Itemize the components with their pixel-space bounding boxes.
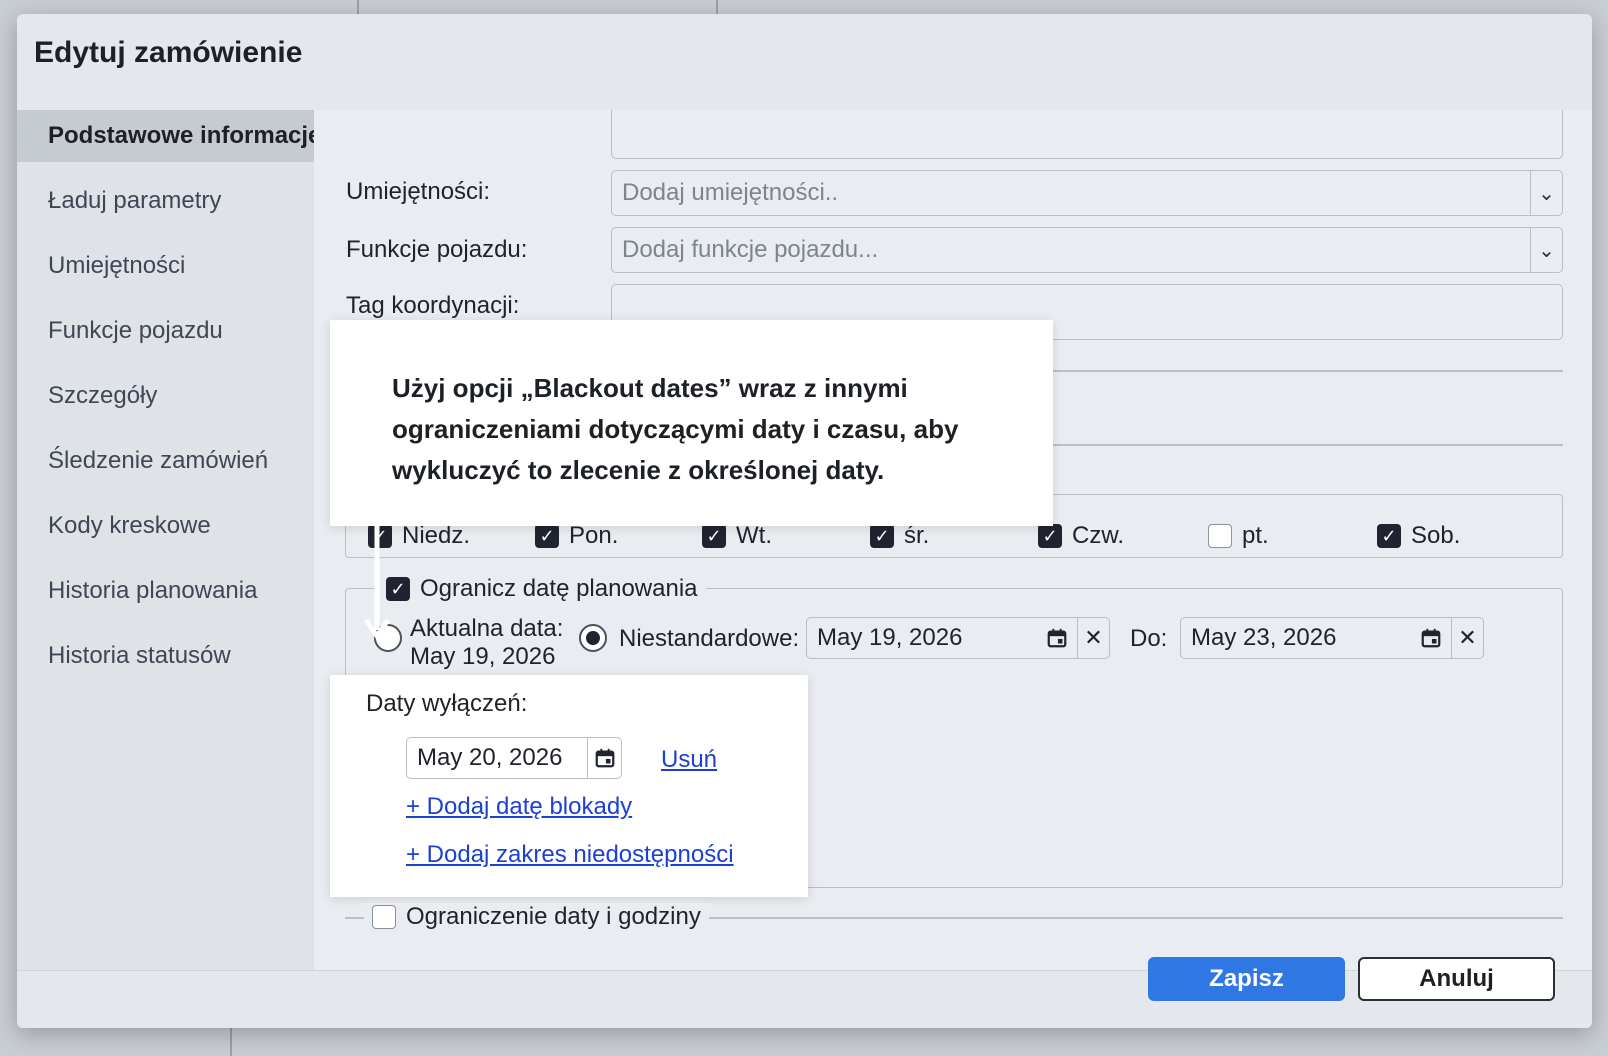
vehicle-features-label: Funkcje pojazdu: bbox=[346, 236, 528, 263]
to-date-value: May 23, 2026 bbox=[1191, 624, 1337, 651]
sidebar-item-barcodes[interactable]: Kody kreskowe bbox=[17, 500, 314, 552]
day-checkbox-sat[interactable]: ✓ Sob. bbox=[1377, 522, 1460, 550]
day-label: śr. bbox=[904, 522, 930, 549]
from-date-value: May 19, 2026 bbox=[817, 624, 963, 651]
custom-date-label: Niestandardowe: bbox=[619, 625, 800, 652]
radio-icon bbox=[579, 624, 607, 652]
day-checkbox-tue[interactable]: ✓ Wt. bbox=[702, 522, 772, 550]
sidebar-item-planning-history[interactable]: Historia planowania bbox=[17, 565, 314, 617]
checkbox-icon: ✓ bbox=[1038, 524, 1062, 548]
sidebar-item-status-history[interactable]: Historia statusów bbox=[17, 630, 314, 682]
notes-textarea[interactable] bbox=[611, 110, 1563, 159]
day-label: Czw. bbox=[1072, 522, 1125, 549]
day-checkbox-mon[interactable]: ✓ Pon. bbox=[535, 522, 618, 550]
blackout-date-input[interactable]: May 20, 2026 bbox=[406, 737, 622, 779]
skills-placeholder: Dodaj umiejętności.. bbox=[622, 179, 839, 206]
chevron-down-icon[interactable]: ⌄ bbox=[1530, 228, 1562, 272]
blackout-label: Daty wyłączeń: bbox=[366, 690, 528, 717]
checkbox-icon: ✓ bbox=[870, 524, 894, 548]
blackout-date-value: May 20, 2026 bbox=[417, 744, 563, 771]
sidebar-item-basic-info[interactable]: Podstawowe informacje bbox=[17, 110, 321, 162]
sidebar-item-order-tracking[interactable]: Śledzenie zamówień bbox=[17, 435, 314, 487]
datetime-limit-label: Ograniczenie daty i godziny bbox=[406, 903, 701, 930]
clear-icon[interactable]: ✕ bbox=[1451, 618, 1483, 658]
add-unavailability-range-link[interactable]: + Dodaj zakres niedostępności bbox=[406, 841, 734, 869]
day-checkbox-wed[interactable]: ✓ śr. bbox=[870, 522, 929, 550]
day-checkbox-thu[interactable]: ✓ Czw. bbox=[1038, 522, 1124, 550]
sidebar-item-skills[interactable]: Umiejętności bbox=[17, 240, 314, 292]
add-blackout-date-link[interactable]: + Dodaj datę blokady bbox=[406, 793, 632, 821]
vehicle-features-placeholder: Dodaj funkcje pojazdu... bbox=[622, 236, 879, 263]
day-label: pt. bbox=[1242, 522, 1269, 549]
background-divider bbox=[357, 0, 359, 14]
checkbox-icon: ✓ bbox=[535, 524, 559, 548]
checkbox-icon bbox=[1208, 524, 1232, 548]
section-divider bbox=[1050, 370, 1563, 372]
blackout-tooltip: Użyj opcji „Blackout dates” wraz z innym… bbox=[330, 320, 1053, 526]
datetime-limit-checkbox[interactable]: Ograniczenie daty i godziny bbox=[364, 903, 709, 931]
skills-label: Umiejętności: bbox=[346, 178, 491, 205]
custom-date-radio[interactable] bbox=[579, 624, 607, 652]
tooltip-text: Użyj opcji „Blackout dates” wraz z innym… bbox=[392, 373, 959, 485]
day-label: Pon. bbox=[569, 522, 619, 549]
current-date-label: Aktualna data: bbox=[410, 615, 564, 642]
day-label: Sob. bbox=[1411, 522, 1461, 549]
arrow-down-icon bbox=[363, 526, 391, 641]
cancel-button[interactable]: Anuluj bbox=[1358, 957, 1555, 1001]
background-divider bbox=[230, 1028, 232, 1056]
checkbox-icon bbox=[372, 905, 396, 929]
clear-icon[interactable]: ✕ bbox=[1077, 618, 1109, 658]
sidebar-item-details[interactable]: Szczegóły bbox=[17, 370, 314, 422]
limit-schedule-label: Ogranicz datę planowania bbox=[420, 575, 698, 602]
dialog-footer bbox=[17, 970, 1592, 1028]
coordination-tag-label: Tag koordynacji: bbox=[346, 292, 520, 319]
day-label: Wt. bbox=[736, 522, 772, 549]
to-date-input[interactable]: May 23, 2026 ✕ bbox=[1180, 617, 1484, 659]
to-date-label: Do: bbox=[1130, 625, 1168, 652]
calendar-icon[interactable] bbox=[1037, 618, 1077, 658]
sidebar-item-load-params[interactable]: Ładuj parametry bbox=[17, 175, 314, 227]
calendar-icon[interactable] bbox=[1411, 618, 1451, 658]
current-date-value: May 19, 2026 bbox=[410, 643, 556, 670]
checkbox-icon: ✓ bbox=[702, 524, 726, 548]
dialog-title: Edytuj zamówienie bbox=[34, 36, 303, 69]
calendar-icon[interactable] bbox=[587, 738, 621, 778]
day-label: Niedz. bbox=[402, 522, 471, 549]
skills-select[interactable]: Dodaj umiejętności.. ⌄ bbox=[611, 170, 1563, 216]
chevron-down-icon[interactable]: ⌄ bbox=[1530, 171, 1562, 215]
background-divider bbox=[716, 0, 718, 14]
checkbox-icon: ✓ bbox=[1377, 524, 1401, 548]
vehicle-features-select[interactable]: Dodaj funkcje pojazdu... ⌄ bbox=[611, 227, 1563, 273]
sidebar-nav: Podstawowe informacje Ładuj parametry Um… bbox=[17, 110, 321, 970]
day-checkbox-fri[interactable]: pt. bbox=[1208, 522, 1269, 550]
from-date-input[interactable]: May 19, 2026 ✕ bbox=[806, 617, 1110, 659]
remove-blackout-link[interactable]: Usuń bbox=[661, 746, 717, 774]
save-button[interactable]: Zapisz bbox=[1148, 957, 1345, 1001]
limit-schedule-checkbox[interactable]: ✓ Ogranicz datę planowania bbox=[378, 575, 706, 603]
section-divider bbox=[1050, 444, 1563, 446]
sidebar-item-vehicle-features[interactable]: Funkcje pojazdu bbox=[17, 305, 314, 357]
